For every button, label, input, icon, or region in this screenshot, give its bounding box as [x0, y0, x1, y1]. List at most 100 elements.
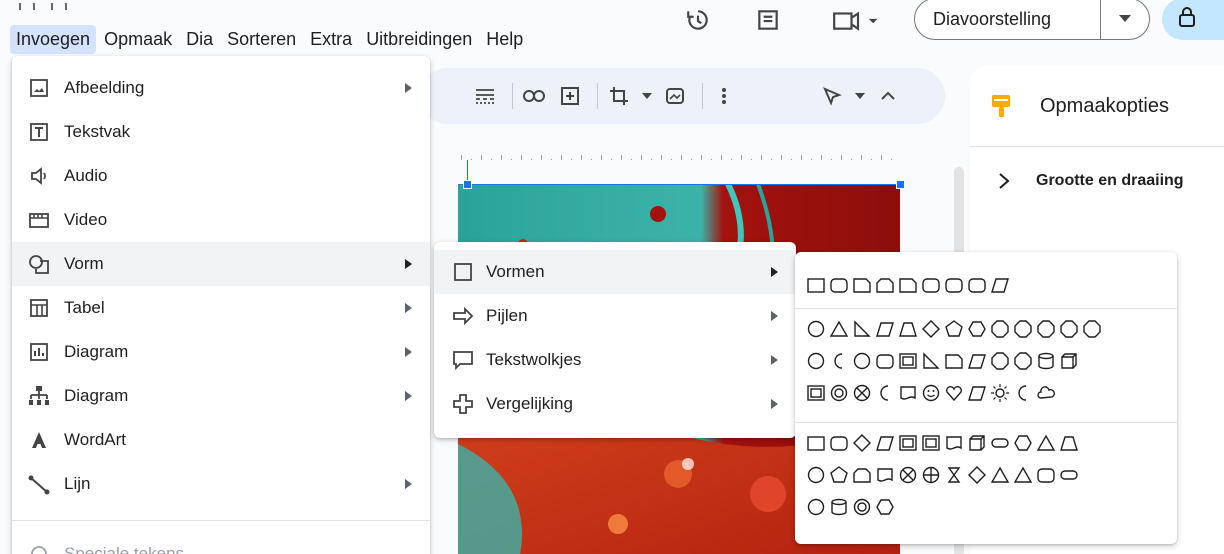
shape-rrect-icon[interactable]: [966, 274, 987, 295]
shape-frame-icon[interactable]: [897, 350, 918, 371]
shape-cyl-icon[interactable]: [828, 496, 849, 517]
shape-rrect-icon[interactable]: [1035, 464, 1056, 485]
shape-para-icon[interactable]: [874, 318, 895, 339]
resize-handle[interactable]: [896, 180, 905, 189]
shape-cube-icon[interactable]: [1058, 350, 1079, 371]
shape-tri-icon[interactable]: [1012, 464, 1033, 485]
shape-tri-icon[interactable]: [1035, 432, 1056, 453]
shape-rrect-icon[interactable]: [874, 350, 895, 371]
shape-circle-icon[interactable]: [805, 350, 826, 371]
shape-diamond-icon[interactable]: [920, 318, 941, 339]
size-rotation-section[interactable]: Grootte en draaiing: [998, 172, 1184, 190]
menu-insert[interactable]: Invoegen: [10, 24, 97, 54]
shape-diamond-icon[interactable]: [851, 432, 872, 453]
shape-cross-icon[interactable]: [897, 464, 918, 485]
crop-icon[interactable]: [604, 81, 634, 111]
shape-tri-icon[interactable]: [989, 464, 1010, 485]
shape-para-icon[interactable]: [874, 432, 895, 453]
menu-tools[interactable]: Extra: [304, 25, 358, 54]
shape-doc-icon[interactable]: [874, 464, 895, 485]
shape-frame-icon[interactable]: [805, 382, 826, 403]
menu-item-arrows[interactable]: Pijlen: [434, 294, 796, 338]
shape-snip-icon[interactable]: [943, 350, 964, 371]
menu-item-shapes[interactable]: Vormen: [434, 250, 796, 294]
shape-snip2-icon[interactable]: [851, 464, 872, 485]
shape-smiley-icon[interactable]: [920, 382, 941, 403]
shape-rect-icon[interactable]: [805, 274, 826, 295]
shape-para-icon[interactable]: [989, 274, 1010, 295]
menu-item-image[interactable]: Afbeelding: [12, 66, 430, 110]
menu-format[interactable]: Opmaak: [98, 25, 178, 54]
menu-extensions[interactable]: Uitbreidingen: [360, 25, 478, 54]
menu-item-shape[interactable]: Vorm: [12, 242, 430, 286]
shape-oct-icon[interactable]: [1035, 318, 1056, 339]
shape-hourglass-icon[interactable]: [943, 464, 964, 485]
shape-rrect-icon[interactable]: [920, 274, 941, 295]
shape-tri-icon[interactable]: [828, 318, 849, 339]
shape-trap-icon[interactable]: [1058, 432, 1079, 453]
shape-oct-icon[interactable]: [1012, 350, 1033, 371]
menu-item-video[interactable]: Video: [12, 198, 430, 242]
replace-image-icon[interactable]: [660, 81, 690, 111]
add-comment-icon[interactable]: [555, 81, 585, 111]
shape-plus-icon[interactable]: [920, 464, 941, 485]
shape-oct-icon[interactable]: [1012, 318, 1033, 339]
shape-hex-icon[interactable]: [874, 496, 895, 517]
menu-item-chart[interactable]: Diagram: [12, 330, 430, 374]
menu-item-table[interactable]: Tabel: [12, 286, 430, 330]
chevron-down-icon[interactable]: [1101, 15, 1149, 23]
shape-rrect-icon[interactable]: [828, 432, 849, 453]
shape-frame-icon[interactable]: [920, 432, 941, 453]
shape-rtri-icon[interactable]: [920, 350, 941, 371]
shape-pent-icon[interactable]: [943, 318, 964, 339]
menu-slide[interactable]: Dia: [180, 25, 219, 54]
shape-cube-icon[interactable]: [966, 432, 987, 453]
menu-item-diagram[interactable]: Diagram: [12, 374, 430, 418]
shape-pent-icon[interactable]: [828, 464, 849, 485]
shape-rtri-icon[interactable]: [851, 318, 872, 339]
shape-doc-icon[interactable]: [943, 432, 964, 453]
shape-snip-icon[interactable]: [897, 274, 918, 295]
shape-diamond-icon[interactable]: [966, 464, 987, 485]
border-dash-icon[interactable]: [470, 81, 500, 111]
shape-oct-icon[interactable]: [1058, 318, 1079, 339]
comments-icon[interactable]: [750, 2, 786, 38]
chevron-up-icon[interactable]: [873, 81, 903, 111]
chevron-down-icon[interactable]: [853, 81, 867, 111]
meet-icon[interactable]: [828, 2, 888, 38]
share-button[interactable]: [1162, 0, 1224, 40]
chevron-down-icon[interactable]: [640, 81, 654, 111]
shape-donut-icon[interactable]: [828, 382, 849, 403]
shape-moon-icon[interactable]: [828, 350, 849, 371]
shape-rrect-icon[interactable]: [943, 274, 964, 295]
shape-moon-icon[interactable]: [1012, 382, 1033, 403]
shape-sun-icon[interactable]: [989, 382, 1010, 403]
select-pointer-icon[interactable]: [817, 81, 847, 111]
menu-item-wordart[interactable]: WordArt: [12, 418, 430, 462]
link-icon[interactable]: [519, 81, 549, 111]
shape-cloud-icon[interactable]: [1035, 382, 1056, 403]
menu-arrange[interactable]: Sorteren: [221, 25, 302, 54]
menu-item-callouts[interactable]: Tekstwolkjes: [434, 338, 796, 382]
menu-item-equation[interactable]: Vergelijking: [434, 382, 796, 426]
shape-rect-icon[interactable]: [805, 432, 826, 453]
shape-doc-icon[interactable]: [897, 382, 918, 403]
slideshow-button[interactable]: Diavoorstelling: [914, 0, 1150, 40]
shape-cross-icon[interactable]: [851, 382, 872, 403]
shape-oct-icon[interactable]: [1081, 318, 1102, 339]
menu-help[interactable]: Help: [480, 25, 529, 54]
shape-donut-icon[interactable]: [851, 496, 872, 517]
history-icon[interactable]: [680, 2, 716, 38]
shape-snip-icon[interactable]: [851, 274, 872, 295]
shape-frame-icon[interactable]: [897, 432, 918, 453]
shape-para-icon[interactable]: [966, 382, 987, 403]
shape-oct-icon[interactable]: [989, 318, 1010, 339]
menu-item-audio[interactable]: Audio: [12, 154, 430, 198]
menu-item-textbox[interactable]: Tekstvak: [12, 110, 430, 154]
shape-snip2-icon[interactable]: [874, 274, 895, 295]
shape-circle-icon[interactable]: [805, 496, 826, 517]
shape-heart-icon[interactable]: [943, 382, 964, 403]
shape-hex-icon[interactable]: [1012, 432, 1033, 453]
shape-circle-icon[interactable]: [805, 318, 826, 339]
shape-term-icon[interactable]: [989, 432, 1010, 453]
